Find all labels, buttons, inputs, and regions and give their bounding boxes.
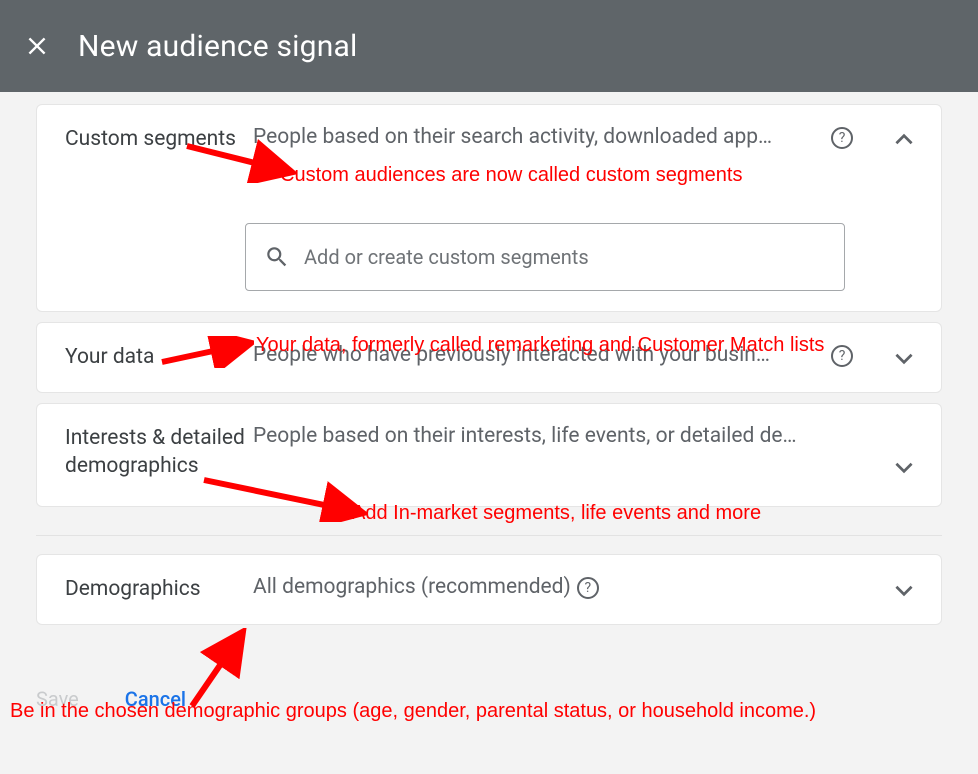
footer-actions: Save Cancel <box>0 687 978 711</box>
expand-toggle-yourdata[interactable] <box>891 345 917 375</box>
card-label-yourdata: Your data <box>65 343 245 371</box>
close-button[interactable] <box>24 33 50 59</box>
chevron-down-icon <box>891 345 917 371</box>
card-label-demographics: Demographics <box>65 575 245 603</box>
custom-segments-input[interactable] <box>304 245 826 269</box>
chevron-down-icon <box>891 454 917 480</box>
card-interests[interactable]: Interests & detailed demographics People… <box>36 403 942 508</box>
card-desc-interests: People based on their interests, life ev… <box>253 424 853 448</box>
help-icon[interactable] <box>831 345 853 367</box>
close-icon <box>24 33 50 59</box>
card-your-data[interactable]: Your data People who have previously int… <box>36 322 942 392</box>
collapse-toggle-custom[interactable] <box>891 127 917 157</box>
page-title: New audience signal <box>78 29 358 64</box>
cancel-button[interactable]: Cancel <box>125 687 186 711</box>
card-desc-custom: People based on their search activity, d… <box>253 125 825 149</box>
card-custom-segments[interactable]: Custom segments People based on their se… <box>36 104 942 312</box>
custom-segments-search[interactable] <box>245 223 845 291</box>
expand-toggle-interests[interactable] <box>891 454 917 484</box>
help-icon[interactable] <box>577 577 599 599</box>
card-desc-yourdata: People who have previously interacted wi… <box>253 343 825 367</box>
expand-toggle-demographics[interactable] <box>891 577 917 607</box>
save-button[interactable]: Save <box>36 687 79 711</box>
chevron-down-icon <box>891 577 917 603</box>
section-divider <box>36 535 942 536</box>
card-desc-demographics: All demographics (recommended) <box>253 575 571 599</box>
card-label-interests: Interests & detailed demographics <box>65 424 245 481</box>
search-icon <box>264 244 290 270</box>
dialog-header: New audience signal <box>0 0 978 92</box>
card-label-custom: Custom segments <box>65 125 245 153</box>
chevron-up-icon <box>891 127 917 153</box>
card-demographics[interactable]: Demographics All demographics (recommend… <box>36 554 942 624</box>
content-area: Custom segments People based on their se… <box>0 92 978 625</box>
help-icon[interactable] <box>831 127 853 149</box>
